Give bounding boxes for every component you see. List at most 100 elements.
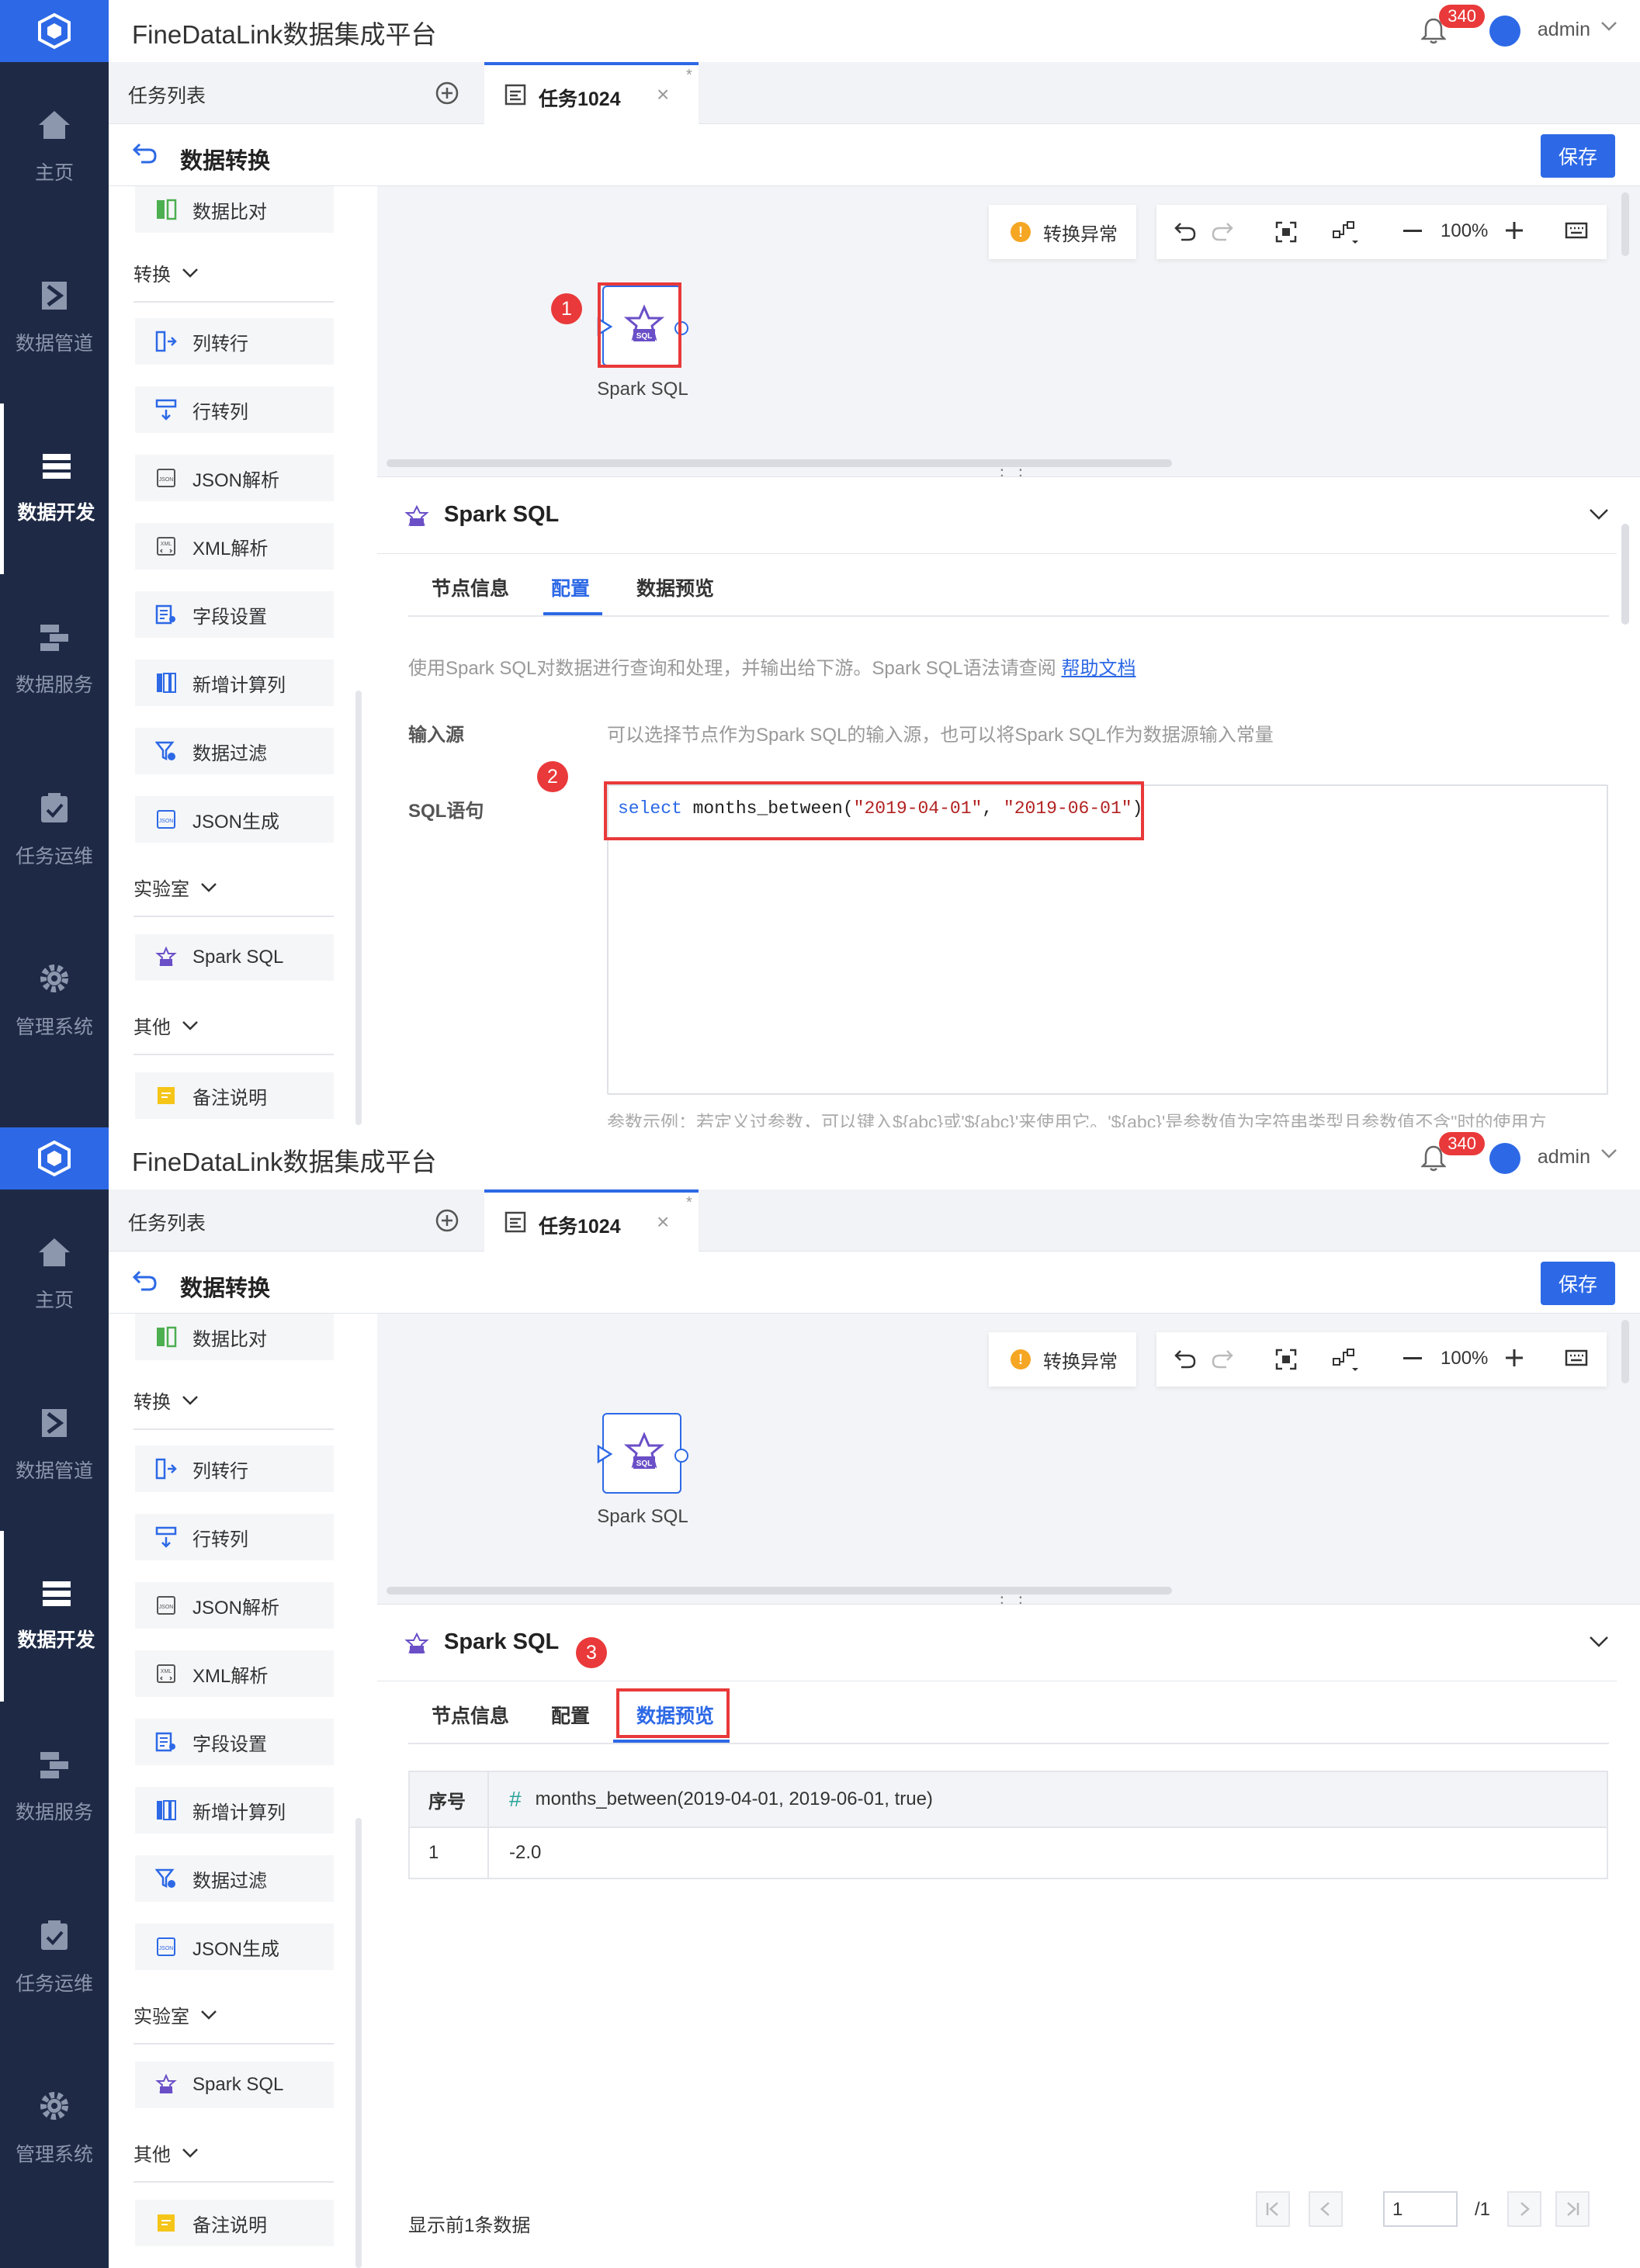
nav-admin[interactable]: 管理系统 [0,2043,109,2214]
user-name[interactable]: admin [1538,1146,1590,1169]
palette-item-compare[interactable]: 数据比对 [135,186,334,233]
prev-page-button[interactable] [1309,2191,1343,2227]
palette-item-json-parse[interactable]: JSON JSON解析 [135,455,334,501]
close-icon[interactable]: × [657,82,669,107]
nav-home[interactable]: 主页 [0,1189,109,1360]
tab-node-info[interactable]: 节点信息 [432,1701,509,1729]
last-page-button[interactable] [1555,2191,1590,2227]
fit-view-icon[interactable] [1274,1348,1298,1371]
tab-data-preview[interactable]: 数据预览 [636,573,714,601]
palette-scrollbar[interactable] [355,691,362,1125]
add-tab-icon[interactable] [435,1208,459,1233]
canvas[interactable]: ! 转换异常 100% SQL Spark SQL ⋮⋮ [377,1314,1640,1612]
save-button[interactable]: 保存 [1541,1262,1615,1305]
tab-config[interactable]: 配置 [551,573,590,601]
collapse-chevron-icon[interactable] [1589,508,1609,521]
canvas-hscrollbar[interactable] [387,1587,1172,1595]
nav-home[interactable]: 主页 [0,62,109,233]
palette-item-row-to-col[interactable]: 行转列 [135,1514,334,1560]
close-icon[interactable]: × [657,1210,669,1234]
task-list-tab[interactable]: 任务列表 [128,1208,206,1236]
layout-icon[interactable] [1332,220,1363,245]
palette-item-note[interactable]: 备注说明 [135,2200,334,2246]
zoom-out-icon[interactable] [1403,230,1422,233]
palette-item-add-calc-col[interactable]: 新增计算列 [135,660,334,706]
palette-item-spark-sql[interactable]: Spark SQL [135,934,334,981]
app-logo-icon[interactable] [0,1127,109,1189]
save-button[interactable]: 保存 [1541,134,1615,178]
palette-item-field-settings[interactable]: 字段设置 [135,1719,334,1765]
app-logo-icon[interactable] [0,0,109,62]
zoom-in-icon[interactable] [1504,1348,1524,1368]
chevron-down-icon[interactable] [1600,20,1618,33]
palette-item-xml-parse[interactable]: XML XML解析 [135,1650,334,1697]
fit-view-icon[interactable] [1274,220,1298,244]
palette-item-note[interactable]: 备注说明 [135,1072,334,1119]
spark-sql-node[interactable]: SQL [597,1413,688,1494]
back-icon[interactable] [132,141,158,164]
add-tab-icon[interactable] [435,81,459,106]
tab-config[interactable]: 配置 [551,1701,590,1729]
nav-dev[interactable]: 数据开发 [0,403,109,574]
nav-pipeline[interactable]: 数据管道 [0,233,109,403]
redo-icon[interactable] [1211,1348,1234,1369]
tab-task1024[interactable]: 任务1024 × * [484,1189,699,1252]
palette-item-col-to-row[interactable]: 列转行 [135,318,334,365]
nav-ops[interactable]: 任务运维 [0,1872,109,2043]
back-icon[interactable] [132,1269,158,1292]
keyboard-icon[interactable] [1565,1348,1588,1368]
zoom-in-icon[interactable] [1504,220,1524,241]
nav-dev[interactable]: 数据开发 [0,1531,109,1702]
undo-icon[interactable] [1174,220,1197,242]
palette-item-data-filter[interactable]: 数据过滤 [135,728,334,774]
user-name[interactable]: admin [1538,19,1590,41]
collapse-chevron-icon[interactable] [1589,1636,1609,1648]
palette-item-data-filter[interactable]: 数据过滤 [135,1855,334,1902]
transform-warning[interactable]: ! 转换异常 [989,1332,1136,1387]
next-page-button[interactable] [1507,2191,1541,2227]
first-page-button[interactable] [1256,2191,1290,2227]
nav-service[interactable]: 数据服务 [0,1702,109,1872]
avatar[interactable] [1489,1143,1520,1174]
palette-item-json-gen[interactable]: JSON JSON生成 [135,796,334,843]
group-other[interactable]: 其他 [133,2139,199,2166]
panel-scrollbar[interactable] [1621,524,1629,625]
palette-item-spark-sql[interactable]: Spark SQL [135,2062,334,2108]
task-list-tab[interactable]: 任务列表 [128,81,206,109]
layout-icon[interactable] [1332,1348,1363,1373]
nav-ops[interactable]: 任务运维 [0,745,109,916]
group-transform[interactable]: 转换 [133,259,199,286]
group-lab[interactable]: 实验室 [133,2001,217,2028]
undo-icon[interactable] [1174,1348,1197,1369]
group-other[interactable]: 其他 [133,1012,199,1039]
palette-item-col-to-row[interactable]: 列转行 [135,1446,334,1492]
avatar[interactable] [1489,16,1520,47]
palette-item-json-gen[interactable]: JSON JSON生成 [135,1923,334,1970]
nav-service[interactable]: 数据服务 [0,574,109,745]
palette-item-field-settings[interactable]: 字段设置 [135,591,334,638]
zoom-out-icon[interactable] [1403,1357,1422,1360]
canvas-hscrollbar[interactable] [387,459,1172,467]
nav-admin[interactable]: 管理系统 [0,916,109,1086]
help-link[interactable]: 帮助文档 [1061,658,1136,679]
table-row[interactable]: 1 -2.0 [410,1828,1607,1878]
canvas[interactable]: ! 转换异常 100% 1 SQL Spark SQL ⋮⋮ [377,186,1640,485]
palette-item-add-calc-col[interactable]: 新增计算列 [135,1787,334,1833]
keyboard-icon[interactable] [1565,220,1588,241]
tab-task1024[interactable]: 任务1024 × * [484,62,699,125]
output-port[interactable] [674,1449,688,1463]
palette-scrollbar[interactable] [355,1818,362,2268]
palette-item-xml-parse[interactable]: XML XML解析 [135,523,334,570]
palette-item-json-parse[interactable]: JSON JSON解析 [135,1582,334,1629]
tab-node-info[interactable]: 节点信息 [432,573,509,601]
redo-icon[interactable] [1211,220,1234,242]
palette-item-compare[interactable]: 数据比对 [135,1314,334,1360]
transform-warning[interactable]: ! 转换异常 [989,205,1136,259]
page-input[interactable]: 1 [1383,2191,1458,2227]
nav-pipeline[interactable]: 数据管道 [0,1360,109,1531]
canvas-vscrollbar[interactable] [1621,1320,1629,1383]
canvas-vscrollbar[interactable] [1621,192,1629,256]
chevron-down-icon[interactable] [1600,1148,1618,1160]
group-lab[interactable]: 实验室 [133,874,217,901]
group-transform[interactable]: 转换 [133,1387,199,1414]
